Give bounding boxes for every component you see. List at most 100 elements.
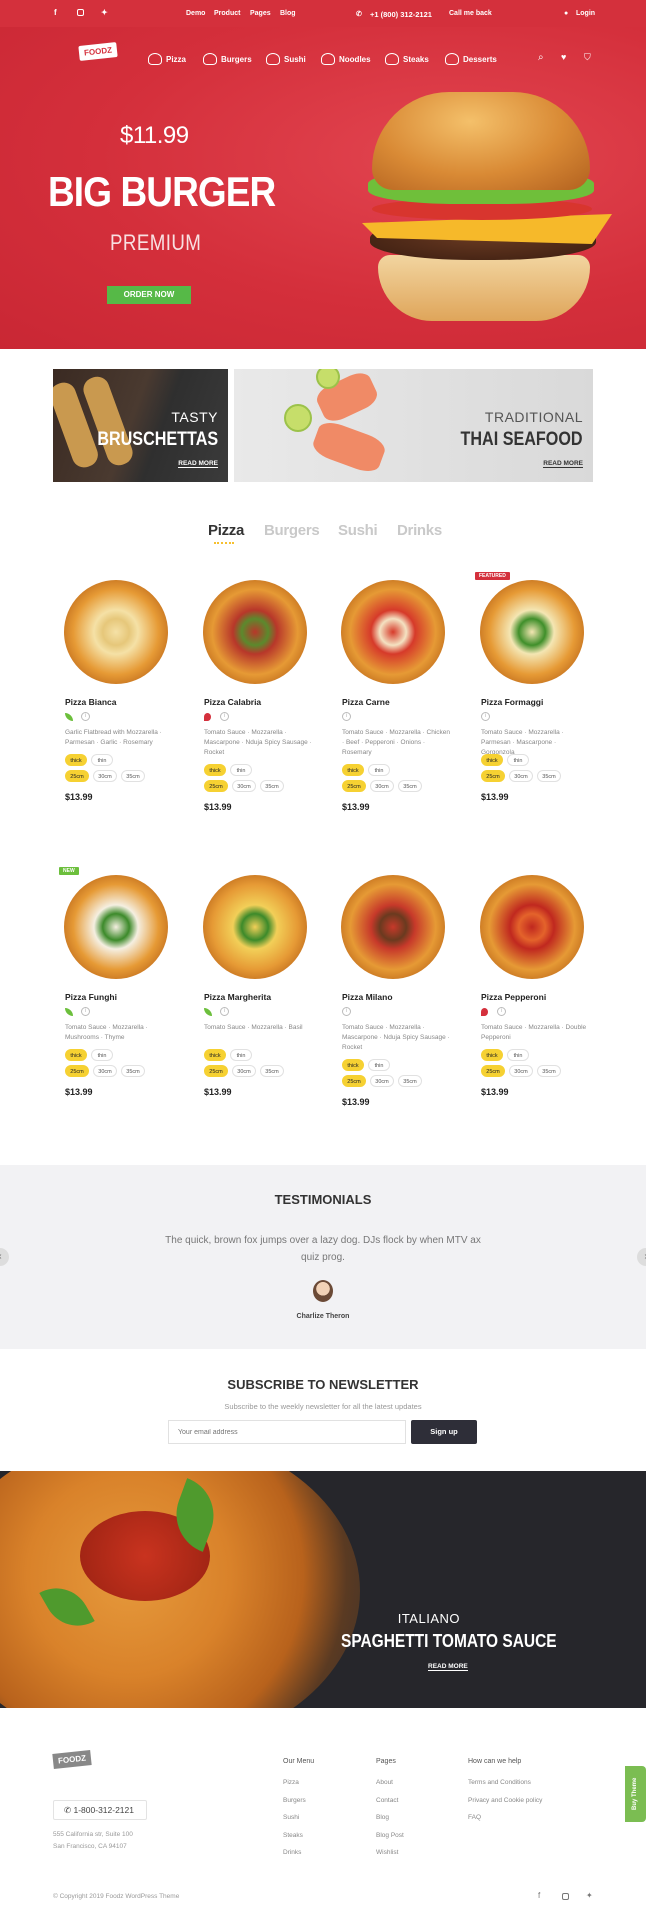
product-card[interactable]: Pizza Pepperoni i Tomato Sauce · Mozzarell… — [480, 875, 600, 1125]
pizza-image[interactable] — [341, 580, 445, 684]
crust-option[interactable]: thin — [230, 1049, 252, 1061]
size-option[interactable]: 30cm — [370, 780, 394, 792]
buy-theme-button[interactable]: Buy Theme — [625, 1766, 646, 1822]
size-option[interactable]: 25cm — [65, 770, 89, 782]
email-input[interactable] — [168, 1420, 406, 1444]
size-option[interactable]: 30cm — [232, 1065, 256, 1077]
info-icon[interactable]: i — [497, 1007, 506, 1016]
size-option[interactable]: 35cm — [537, 1065, 561, 1077]
size-option[interactable]: 35cm — [260, 1065, 284, 1077]
info-icon[interactable]: i — [220, 1007, 229, 1016]
footer-link[interactable]: Terms and Conditions — [468, 1779, 531, 1786]
twitter-icon[interactable]: ✦ — [586, 1891, 593, 1900]
topnav-product[interactable]: Product — [214, 10, 240, 17]
info-icon[interactable]: i — [220, 712, 229, 721]
product-card[interactable]: NEW Pizza Funghi i Tomato Sauce · Mozzarell… — [59, 867, 184, 1125]
size-option[interactable]: 25cm — [481, 1065, 505, 1077]
crust-option[interactable]: thick — [204, 1049, 226, 1061]
topbar-phone[interactable]: +1 (800) 312-2121 — [370, 10, 432, 19]
info-icon[interactable]: i — [81, 712, 90, 721]
size-option[interactable]: 35cm — [260, 780, 284, 792]
footer-link[interactable]: Sushi — [283, 1814, 299, 1821]
product-name[interactable]: Pizza Carne — [342, 697, 390, 707]
footer-link[interactable]: Contact — [376, 1797, 398, 1804]
size-option[interactable]: 25cm — [342, 780, 366, 792]
product-card[interactable]: Pizza Calabria i Tomato Sauce · Mozzarella… — [203, 580, 323, 830]
nav-desserts[interactable]: Desserts — [445, 53, 497, 65]
product-card[interactable]: Pizza Bianca i Garlic Flatbread with Mozza… — [64, 580, 184, 830]
size-option[interactable]: 30cm — [93, 770, 117, 782]
footer-link[interactable]: Blog — [376, 1814, 389, 1821]
pizza-image[interactable] — [203, 580, 307, 684]
size-option[interactable]: 35cm — [398, 1075, 422, 1087]
size-option[interactable]: 35cm — [121, 770, 145, 782]
crust-option[interactable]: thick — [65, 1049, 87, 1061]
info-icon[interactable]: i — [342, 712, 351, 721]
size-option[interactable]: 35cm — [537, 770, 561, 782]
crust-option[interactable]: thick — [65, 754, 87, 766]
product-card[interactable]: FEATURED Pizza Formaggi i Tomato Sauce · Mo… — [475, 572, 600, 830]
footer-link[interactable]: Steaks — [283, 1832, 303, 1839]
size-option[interactable]: 35cm — [398, 780, 422, 792]
nav-steaks[interactable]: Steaks — [385, 53, 429, 65]
size-option[interactable]: 30cm — [232, 780, 256, 792]
footer-phone-box[interactable]: ✆ 1-800-312-2121 — [53, 1800, 147, 1820]
size-option[interactable]: 30cm — [93, 1065, 117, 1077]
crust-option[interactable]: thin — [368, 1059, 390, 1071]
footer-link[interactable]: About — [376, 1779, 393, 1786]
size-option[interactable]: 25cm — [204, 780, 228, 792]
topnav-blog[interactable]: Blog — [280, 10, 296, 17]
crust-option[interactable]: thick — [342, 764, 364, 776]
pasta-banner[interactable]: ITALIANO SPAGHETTI TOMATO SAUCE READ MOR… — [0, 1471, 646, 1708]
product-card[interactable]: Pizza Margherita i Tomato Sauce · Mozzarel… — [203, 875, 323, 1125]
crust-option[interactable]: thin — [368, 764, 390, 776]
footer-logo[interactable]: FOODZ — [52, 1750, 92, 1769]
facebook-icon[interactable]: f — [54, 8, 57, 17]
signup-button[interactable]: Sign up — [411, 1420, 477, 1444]
nav-pizza[interactable]: Pizza — [148, 53, 186, 65]
search-icon[interactable]: ⌕ — [538, 52, 544, 63]
product-name[interactable]: Pizza Pepperoni — [481, 992, 546, 1002]
order-now-button[interactable]: ORDER NOW — [107, 286, 191, 304]
tab-drinks[interactable]: Drinks — [397, 522, 442, 539]
instagram-icon[interactable] — [77, 9, 84, 16]
size-option[interactable]: 30cm — [509, 1065, 533, 1077]
size-option[interactable]: 25cm — [342, 1075, 366, 1087]
pizza-image[interactable] — [203, 875, 307, 979]
footer-link[interactable]: Drinks — [283, 1849, 301, 1856]
login-link[interactable]: Login — [576, 10, 595, 17]
pizza-image[interactable] — [64, 580, 168, 684]
crust-option[interactable]: thin — [507, 1049, 529, 1061]
read-more-link[interactable]: READ MORE — [543, 460, 583, 468]
product-card[interactable]: Pizza Milano i Tomato Sauce · Mozzarella ·… — [341, 875, 461, 1125]
tab-burgers[interactable]: Burgers — [264, 522, 320, 539]
product-name[interactable]: Pizza Funghi — [65, 992, 117, 1002]
size-option[interactable]: 25cm — [481, 770, 505, 782]
facebook-icon[interactable]: f — [538, 1891, 540, 1900]
footer-link[interactable]: Pizza — [283, 1779, 299, 1786]
banner-bruschettas[interactable]: TASTY BRUSCHETTAS READ MORE — [53, 369, 228, 482]
pizza-image[interactable] — [341, 875, 445, 979]
nav-noodles[interactable]: Noodles — [321, 53, 371, 65]
twitter-icon[interactable]: ✦ — [101, 8, 108, 17]
banner-thai-seafood[interactable]: TRADITIONAL THAI SEAFOOD READ MORE — [234, 369, 593, 482]
crust-option[interactable]: thick — [204, 764, 226, 776]
read-more-link[interactable]: READ MORE — [178, 460, 218, 468]
info-icon[interactable]: i — [342, 1007, 351, 1016]
heart-icon[interactable]: ♥ — [561, 52, 566, 62]
footer-link[interactable]: Privacy and Cookie policy — [468, 1797, 542, 1804]
cart-icon[interactable]: ⛉ — [584, 52, 591, 63]
footer-link[interactable]: Burgers — [283, 1797, 306, 1804]
nav-sushi[interactable]: Sushi — [266, 53, 306, 65]
read-more-link[interactable]: READ MORE — [428, 1663, 468, 1671]
info-icon[interactable]: i — [481, 712, 490, 721]
tab-sushi[interactable]: Sushi — [338, 522, 378, 539]
footer-link[interactable]: FAQ — [468, 1814, 481, 1821]
crust-option[interactable]: thick — [342, 1059, 364, 1071]
size-option[interactable]: 30cm — [370, 1075, 394, 1087]
size-option[interactable]: 25cm — [65, 1065, 89, 1077]
footer-link[interactable]: Blog Post — [376, 1832, 404, 1839]
crust-option[interactable]: thin — [230, 764, 252, 776]
crust-option[interactable]: thin — [91, 1049, 113, 1061]
size-option[interactable]: 25cm — [204, 1065, 228, 1077]
